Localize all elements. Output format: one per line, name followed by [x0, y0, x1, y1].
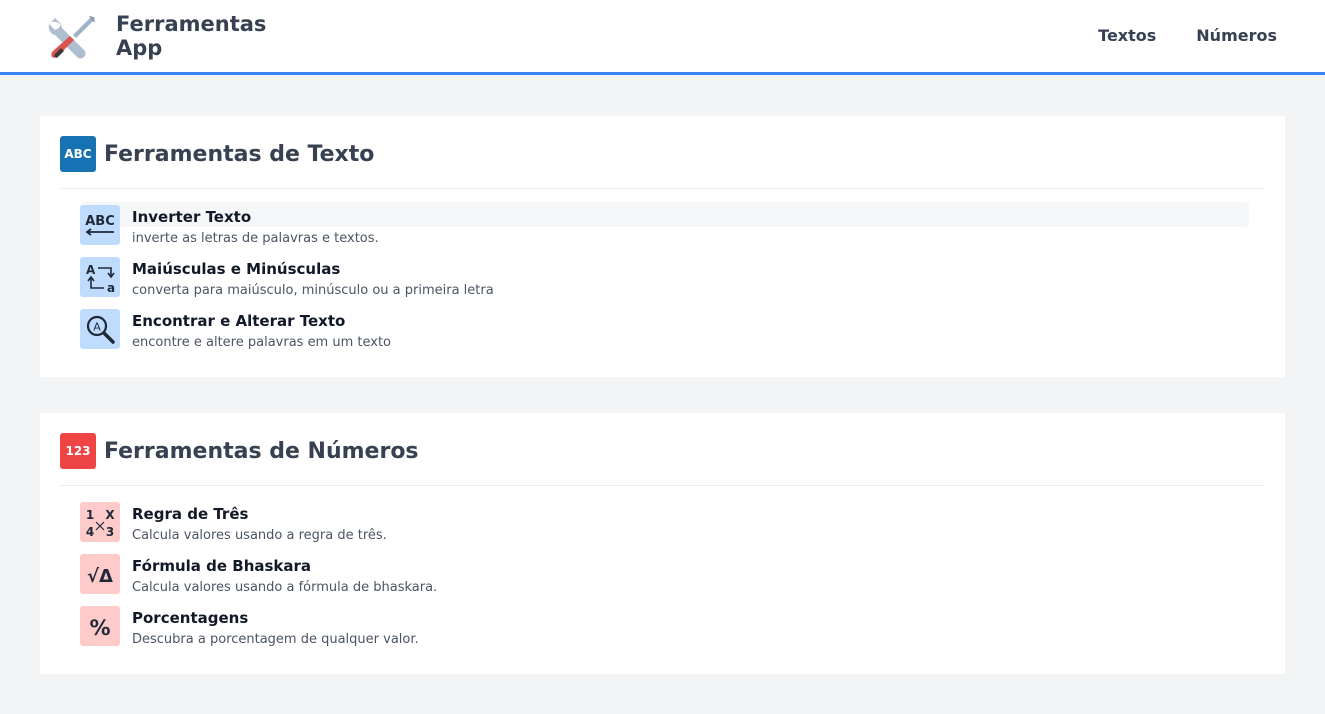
- text-tools-header: ABC Ferramentas de Texto: [60, 136, 374, 172]
- tool-maiusculas-minusculas[interactable]: A a Maiúsculas e Minúsculas converta par…: [80, 254, 1249, 306]
- tool-encontrar-alterar[interactable]: A Encontrar e Alterar Texto encontre e a…: [80, 306, 1249, 358]
- number-tools-title: Ferramentas de Números: [104, 438, 419, 464]
- svg-text:ABC: ABC: [85, 214, 115, 229]
- tool-regra-de-tres[interactable]: 1 X 4 3 Regra de Três Calcula valores us…: [80, 499, 1249, 551]
- tool-desc: Calcula valores usando a fórmula de bhas…: [132, 580, 438, 595]
- svg-text:A: A: [93, 321, 101, 334]
- svg-text:4: 4: [86, 525, 94, 539]
- number-tools-list: 1 X 4 3 Regra de Três Calcula valores us…: [80, 499, 1249, 655]
- hover-highlight: [80, 202, 1249, 227]
- tool-desc: encontre e altere palavras em um texto: [132, 335, 392, 350]
- tool-name: Fórmula de Bhaskara: [132, 557, 312, 575]
- number-tools-card: 123 Ferramentas de Números 1 X 4 3 Regra…: [40, 413, 1285, 674]
- divider: [60, 485, 1265, 486]
- tool-desc: inverte as letras de palavras e textos.: [132, 231, 379, 246]
- svg-text:%: %: [89, 616, 110, 640]
- abc-reverse-icon: ABC: [80, 205, 120, 245]
- text-tools-title: Ferramentas de Texto: [104, 141, 375, 167]
- search-text-icon: A: [80, 309, 120, 349]
- tool-name: Inverter Texto: [132, 208, 252, 226]
- letter-case-icon: A a: [80, 257, 120, 297]
- tool-inverter-texto[interactable]: ABC Inverter Texto inverte as letras de …: [80, 202, 1249, 254]
- tool-name: Porcentagens: [132, 609, 249, 627]
- wrench-screwdriver-icon[interactable]: [47, 12, 97, 62]
- svg-text:a: a: [107, 281, 115, 295]
- rule-of-three-icon: 1 X 4 3: [80, 502, 120, 542]
- svg-text:3: 3: [106, 525, 114, 539]
- tool-formula-bhaskara[interactable]: √Δ Fórmula de Bhaskara Calcula valores u…: [80, 551, 1249, 603]
- tool-desc: converta para maiúsculo, minúsculo ou a …: [132, 283, 494, 298]
- svg-text:√Δ: √Δ: [87, 566, 113, 587]
- text-tools-list: ABC Inverter Texto inverte as letras de …: [80, 202, 1249, 358]
- app-name[interactable]: Ferramentas App: [116, 12, 296, 60]
- tool-name: Encontrar e Alterar Texto: [132, 312, 346, 330]
- 123-badge-icon: 123: [60, 433, 96, 469]
- nav-numeros[interactable]: Números: [1196, 26, 1277, 45]
- percent-icon: %: [80, 606, 120, 646]
- nav-textos[interactable]: Textos: [1098, 26, 1156, 45]
- tool-name: Regra de Três: [132, 505, 249, 523]
- tool-name: Maiúsculas e Minúsculas: [132, 260, 341, 278]
- main-nav: Textos Números: [1058, 26, 1277, 45]
- sqrt-delta-icon: √Δ: [80, 554, 120, 594]
- text-tools-card: ABC Ferramentas de Texto ABC Inverter Te…: [40, 116, 1285, 377]
- abc-badge-icon: ABC: [60, 136, 96, 172]
- divider: [60, 188, 1265, 189]
- tool-desc: Descubra a porcentagem de qualquer valor…: [132, 632, 419, 647]
- svg-text:A: A: [86, 263, 96, 277]
- svg-text:1: 1: [86, 508, 94, 522]
- top-navbar: Ferramentas App Textos Números: [0, 0, 1325, 75]
- svg-text:X: X: [105, 508, 115, 522]
- number-tools-header: 123 Ferramentas de Números: [60, 433, 419, 469]
- tool-desc: Calcula valores usando a regra de três.: [132, 528, 387, 543]
- tool-porcentagens[interactable]: % Porcentagens Descubra a porcentagem de…: [80, 603, 1249, 655]
